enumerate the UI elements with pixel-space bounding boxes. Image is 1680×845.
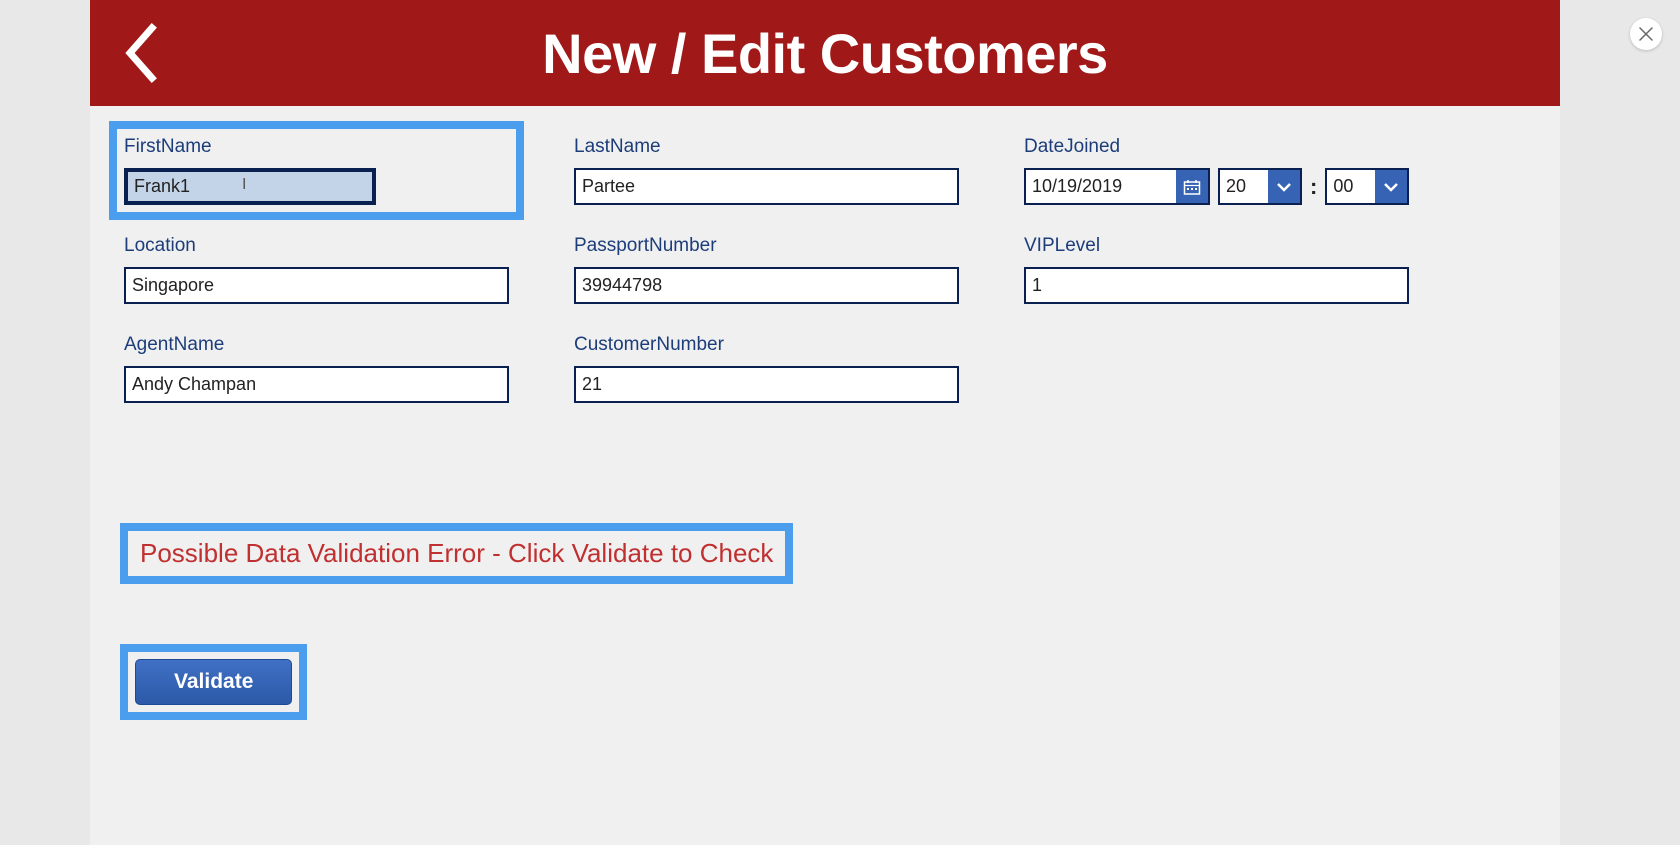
location-input[interactable] [124,267,509,304]
datejoined-label: DateJoined [1024,136,1409,158]
form-area: FirstName I LastName DateJoined [90,106,1560,740]
lastname-input[interactable] [574,168,959,205]
header-bar: New / Edit Customers [90,0,1560,106]
agentname-input[interactable] [124,366,509,403]
passportnumber-input[interactable] [574,267,959,304]
agentname-field-group: AgentName [124,334,509,403]
location-label: Location [124,235,509,257]
calendar-icon [1183,179,1201,195]
viplevel-field-group: VIPLevel [1024,235,1409,304]
passportnumber-field-group: PassportNumber [574,235,959,304]
chevron-down-icon [1383,182,1399,192]
validation-message-highlight: Possible Data Validation Error - Click V… [120,523,793,584]
form-row-2: Location PassportNumber VIPLevel [124,235,1526,304]
customernumber-label: CustomerNumber [574,334,959,356]
agentname-label: AgentName [124,334,509,356]
date-controls: 20 : 00 [1024,168,1409,205]
firstname-input[interactable] [124,168,376,205]
hour-value: 20 [1220,170,1268,203]
datejoined-date-input[interactable] [1026,170,1176,203]
firstname-field-group: FirstName I [109,121,524,220]
validate-button-highlight: Validate [120,644,307,720]
datejoined-field-group: DateJoined [1024,136,1409,205]
hour-select: 20 [1218,168,1302,205]
lastname-field-group: LastName [574,136,959,205]
date-input-wrapper [1024,168,1210,205]
page-title: New / Edit Customers [90,21,1560,86]
firstname-label: FirstName [124,136,509,158]
app-container: New / Edit Customers FirstName I LastNam… [90,0,1560,845]
lastname-label: LastName [574,136,959,158]
customernumber-input[interactable] [574,366,959,403]
viplevel-input[interactable] [1024,267,1409,304]
time-separator: : [1310,174,1317,200]
close-icon [1639,27,1653,41]
validation-message: Possible Data Validation Error - Click V… [140,538,773,569]
minute-dropdown-button[interactable] [1375,170,1407,203]
passportnumber-label: PassportNumber [574,235,959,257]
minute-value: 00 [1327,170,1375,203]
hour-dropdown-button[interactable] [1268,170,1300,203]
form-row-3: AgentName CustomerNumber [124,334,1526,403]
minute-select: 00 [1325,168,1409,205]
chevron-left-icon [120,22,160,84]
validate-button[interactable]: Validate [135,659,292,705]
date-picker-button[interactable] [1176,170,1208,203]
viplevel-label: VIPLevel [1024,235,1409,257]
chevron-down-icon [1276,182,1292,192]
back-button[interactable] [120,22,160,84]
form-row-1: FirstName I LastName DateJoined [124,136,1526,205]
location-field-group: Location [124,235,509,304]
customernumber-field-group: CustomerNumber [574,334,959,403]
close-button[interactable] [1630,18,1662,50]
